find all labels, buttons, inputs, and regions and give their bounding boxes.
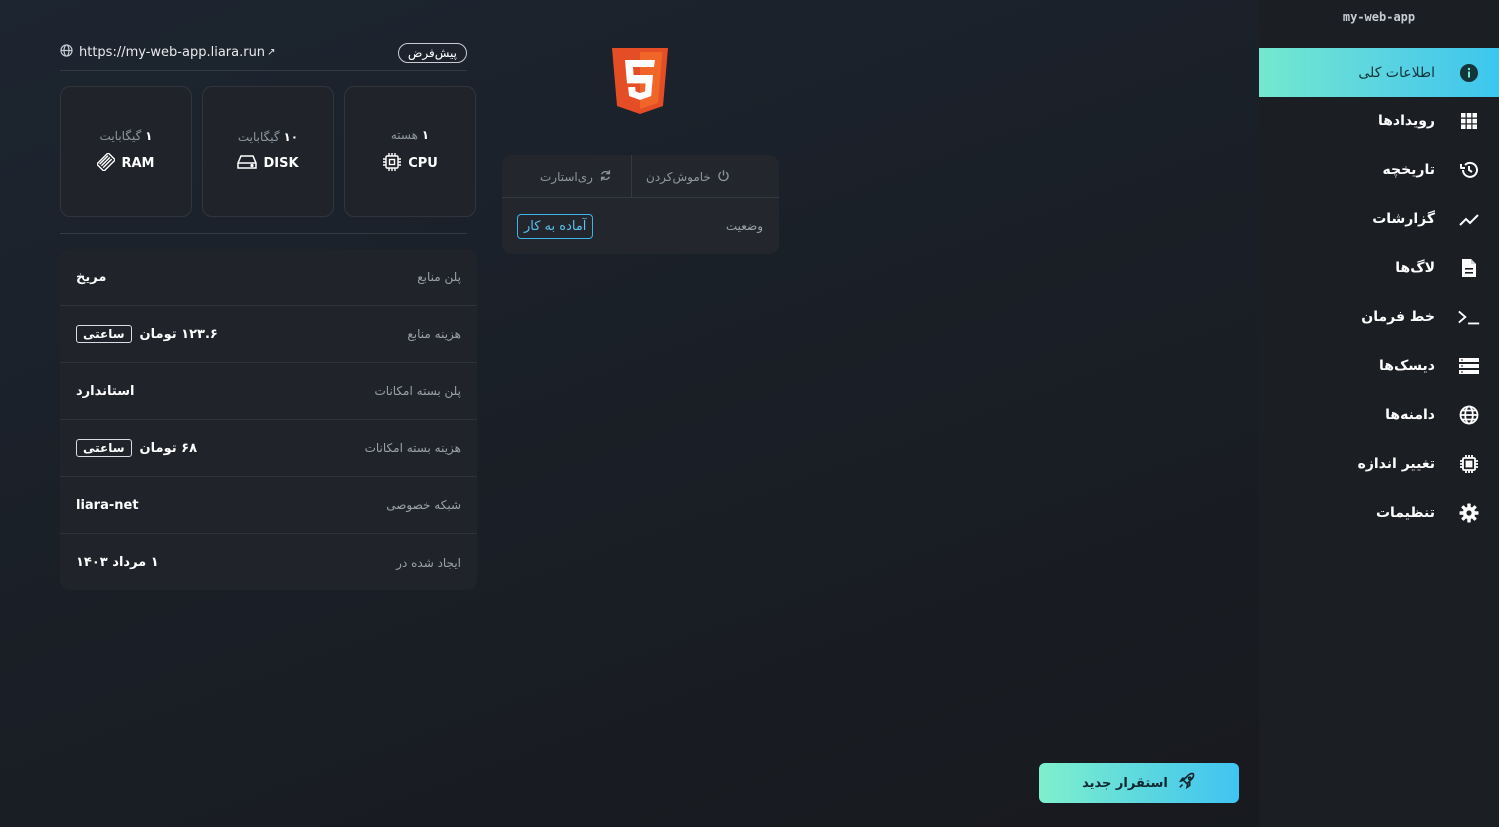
grid-icon xyxy=(1457,109,1481,133)
private-network-key: شبکه خصوصی xyxy=(386,498,461,512)
rocket-icon xyxy=(1178,772,1196,794)
sidebar-item-label: گزارشات xyxy=(1372,210,1435,227)
info-row-resource-cost: ساعتی ۱۲۳.۶ تومان هزینه منابع xyxy=(60,306,477,363)
status-key: وضعیت xyxy=(725,219,763,233)
resource-plan-key: پلن منابع xyxy=(417,270,461,284)
cpu-label-row: CPU xyxy=(382,152,438,176)
sidebar-item-events[interactable]: رویدادها xyxy=(1259,96,1499,145)
feature-cost-value-wrap: ساعتی ۶۸ تومان xyxy=(76,439,197,457)
terminal-icon xyxy=(1457,305,1481,329)
sidebar-item-disks[interactable]: دیسک‌ها xyxy=(1259,341,1499,390)
ram-label: RAM xyxy=(121,156,155,171)
resource-cost-value-wrap: ساعتی ۱۲۳.۶ تومان xyxy=(76,325,218,343)
info-row-created-at: ۱ مرداد ۱۴۰۳ ایجاد شده در xyxy=(60,534,477,590)
created-at-key: ایجاد شده در xyxy=(396,555,461,570)
external-link-icon: ↗ xyxy=(267,47,276,58)
sidebar-item-label: اطلاعات کلی xyxy=(1358,64,1435,81)
private-network-value: liara-net xyxy=(76,497,139,513)
status-panel: ری‌استارت خاموش‌کردن آماده به کار وضعیت xyxy=(502,155,779,254)
status-row: آماده به کار وضعیت xyxy=(502,198,779,254)
hourly-pill: ساعتی xyxy=(76,325,132,343)
info-icon xyxy=(1457,61,1481,85)
new-deploy-button[interactable]: استقرار جدید xyxy=(1039,763,1239,803)
restart-label: ری‌استارت xyxy=(540,169,593,184)
ram-label-row: RAM xyxy=(97,152,155,175)
memory-icon xyxy=(97,152,116,175)
disk-label-row: DISK xyxy=(237,154,299,174)
info-row-private-network: liara-net شبکه خصوصی xyxy=(60,477,477,534)
app-info-table: مریخ پلن منابع ساعتی ۱۲۳.۶ تومان هزینه م… xyxy=(60,249,477,590)
html5-platform-logo xyxy=(610,46,670,116)
chart-line-icon xyxy=(1457,207,1481,231)
resource-plan-value: مریخ xyxy=(76,269,107,285)
created-at-value: ۱ مرداد ۱۴۰۳ xyxy=(76,555,159,570)
new-deploy-label: استقرار جدید xyxy=(1082,775,1168,791)
cpu-label: CPU xyxy=(408,156,438,171)
sidebar-item-label: تنظیمات xyxy=(1375,504,1435,521)
disk-value: ۱۰ گیگابایت xyxy=(237,129,299,144)
power-icon xyxy=(717,169,730,185)
app-url-text: https://my-web-app.liara.run xyxy=(79,45,266,60)
history-icon xyxy=(1457,158,1481,182)
info-row-feature-plan: استاندارد پلن بسته امکانات xyxy=(60,363,477,420)
disk-list-icon xyxy=(1457,354,1481,378)
resource-cost-key: هزینه منابع xyxy=(407,327,461,341)
status-actions: ری‌استارت خاموش‌کردن xyxy=(502,155,779,198)
hourly-pill: ساعتی xyxy=(76,439,132,457)
default-badge: پیش‌فرض xyxy=(397,42,467,63)
app-url-link[interactable]: https://my-web-app.liara.run ↗ xyxy=(60,44,275,61)
sidebar-item-overview[interactable]: اطلاعات کلی xyxy=(1259,48,1499,97)
sidebar-item-label: خط فرمان xyxy=(1361,308,1435,325)
info-row-feature-cost: ساعتی ۶۸ تومان هزینه بسته امکانات xyxy=(60,420,477,477)
feature-cost-key: هزینه بسته امکانات xyxy=(364,441,461,455)
sidebar-item-label: تغییر اندازه xyxy=(1357,455,1435,472)
sidebar-item-reports[interactable]: گزارشات xyxy=(1259,194,1499,243)
info-row-resource-plan: مریخ پلن منابع xyxy=(60,249,477,306)
sidebar-item-domains[interactable]: دامنه‌ها xyxy=(1259,390,1499,439)
sidebar-item-label: دامنه‌ها xyxy=(1385,406,1435,423)
disk-label: DISK xyxy=(263,156,299,171)
globe-icon xyxy=(60,44,73,61)
sidebar-item-terminal[interactable]: خط فرمان xyxy=(1259,292,1499,341)
sidebar-item-history[interactable]: تاریخچه xyxy=(1259,145,1499,194)
power-off-button[interactable]: خاموش‌کردن xyxy=(631,155,744,198)
feature-cost-value: ۶۸ تومان xyxy=(139,440,198,456)
sidebar-item-label: تاریخچه xyxy=(1382,161,1436,178)
divider xyxy=(60,233,467,234)
globe-icon xyxy=(1457,403,1481,427)
status-badge: آماده به کار xyxy=(517,213,594,239)
restart-button[interactable]: ری‌استارت xyxy=(526,155,626,198)
resource-cost-value: ۱۲۳.۶ تومان xyxy=(139,326,218,342)
sidebar-item-label: لاگ‌ها xyxy=(1395,259,1435,276)
power-off-label: خاموش‌کردن xyxy=(646,169,711,184)
sidebar: my-web-app اطلاعات کلی رویدادها تاریخچه … xyxy=(1259,0,1499,827)
sidebar-item-label: دیسک‌ها xyxy=(1379,357,1435,374)
ram-value: ۱ گیگابایت xyxy=(99,128,153,143)
restart-icon xyxy=(599,169,612,185)
sidebar-item-resize[interactable]: تغییر اندازه xyxy=(1259,439,1499,488)
sidebar-item-settings[interactable]: تنظیمات xyxy=(1259,488,1499,537)
document-icon xyxy=(1457,256,1481,280)
disk-card: ۱۰ گیگابایت DISK xyxy=(202,86,334,217)
app-name: my-web-app xyxy=(1342,10,1416,24)
sidebar-item-label: رویدادها xyxy=(1377,112,1435,129)
ram-card: ۱ گیگابایت RAM xyxy=(60,86,192,217)
feature-plan-value: استاندارد xyxy=(76,383,135,399)
cpu-card: ۱ هسته CPU xyxy=(344,86,476,217)
app-url-row: https://my-web-app.liara.run ↗ پیش‌فرض xyxy=(60,35,467,71)
cpu-icon xyxy=(382,152,402,176)
gear-icon xyxy=(1457,501,1481,525)
sidebar-item-logs[interactable]: لاگ‌ها xyxy=(1259,243,1499,292)
cpu-value: ۱ هسته xyxy=(390,127,430,142)
chip-icon xyxy=(1457,452,1481,476)
feature-plan-key: پلن بسته امکانات xyxy=(374,384,461,398)
hard-drive-icon xyxy=(237,154,258,174)
